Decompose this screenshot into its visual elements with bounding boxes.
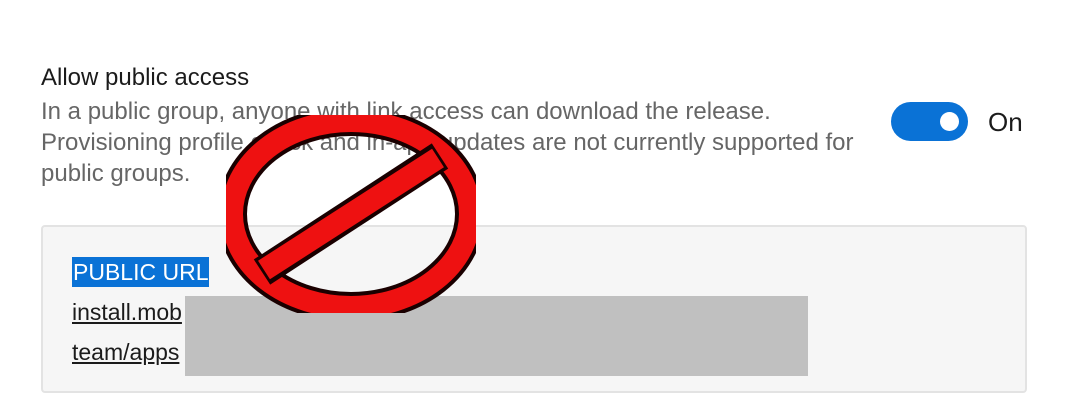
public-url-link-line1[interactable]: install.mob bbox=[72, 297, 182, 327]
toggle-state-label: On bbox=[988, 107, 1023, 137]
setting-title: Allow public access bbox=[41, 64, 250, 91]
public-url-link-line2[interactable]: team/apps bbox=[72, 337, 179, 367]
public-url-label: PUBLIC URL bbox=[72, 257, 210, 287]
prohibited-sign-icon bbox=[226, 115, 476, 313]
toggle-knob bbox=[940, 112, 959, 131]
public-access-toggle[interactable] bbox=[891, 102, 968, 141]
